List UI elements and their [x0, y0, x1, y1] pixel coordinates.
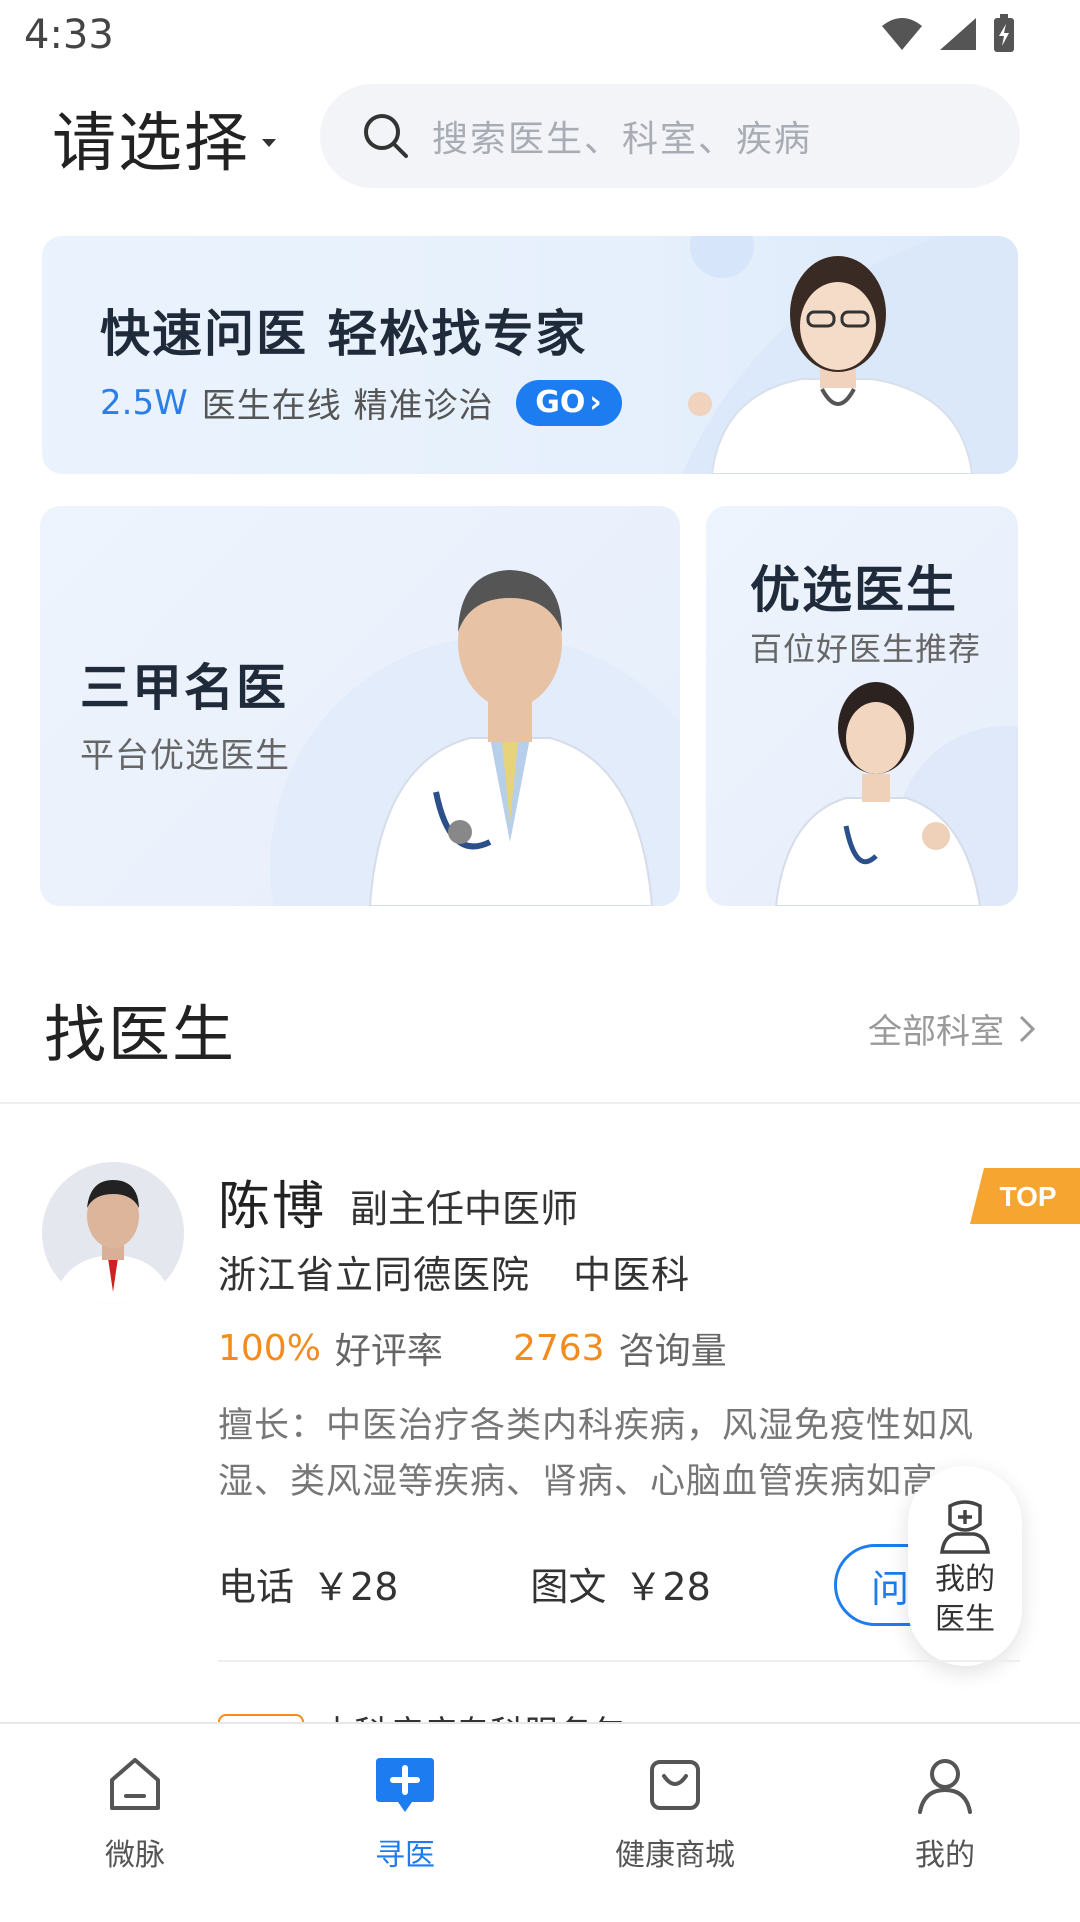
location-selector[interactable]: 请选择 [52, 92, 276, 184]
text-price: ￥28 [624, 1565, 711, 1609]
find-doctor-icon [376, 1758, 434, 1812]
search-placeholder: 搜索医生、科室、疾病 [432, 119, 813, 160]
shopping-bag-icon [650, 1760, 700, 1810]
bottom-navigation: 微脉 寻医 健康商城 我的 [0, 1722, 1080, 1922]
hospital-name: 浙江省立同德医院 [218, 1253, 531, 1297]
all-departments-link[interactable]: 全部科室 [868, 1004, 1036, 1053]
nav-label: 我的 [915, 1838, 975, 1873]
status-time: 4:33 [24, 12, 114, 58]
caret-down-icon [262, 139, 276, 147]
text-label: 图文 [530, 1565, 607, 1609]
selected-doctors-card[interactable]: 优选医生 百位好医生推荐 [706, 506, 1018, 906]
svg-text:TOP: TOP [999, 1181, 1056, 1212]
nav-label: 寻医 [375, 1838, 435, 1873]
card-title: 三甲名医 [80, 659, 288, 717]
female-doctor-illustration [688, 256, 974, 474]
nav-weimai[interactable]: 微脉 [0, 1724, 270, 1922]
my-doctor-label: 我的医生 [935, 1562, 995, 1637]
nav-mine[interactable]: 我的 [810, 1724, 1080, 1922]
search-icon [364, 114, 408, 158]
user-icon [918, 1759, 972, 1814]
location-label: 请选择 [52, 107, 250, 181]
doctor-hospital: 浙江省立同德医院 中医科 [218, 1244, 690, 1299]
wifi-icon [882, 18, 922, 50]
price-row: 电话 ￥28 图文 ￥28 [218, 1556, 711, 1611]
nav-label: 健康商城 [615, 1838, 735, 1873]
doctor-photo [42, 1162, 184, 1304]
search-input[interactable]: 搜索医生、科室、疾病 [320, 84, 1020, 188]
male-doctor-illustration [368, 570, 654, 906]
doctor-name: 陈博 [218, 1177, 327, 1237]
status-bar: 4:33 [0, 0, 1080, 72]
status-icons [880, 14, 1016, 54]
banner-subtext: 医生在线 精准诊治 [201, 386, 494, 426]
rating-label: 好评率 [334, 1331, 443, 1372]
section-title: 找医生 [44, 998, 237, 1071]
doctor-add-icon [940, 1500, 990, 1554]
consult-label: 咨询量 [618, 1331, 727, 1372]
card-subtitle: 百位好医生推荐 [750, 630, 982, 668]
cellular-signal-icon [940, 18, 976, 50]
home-icon [110, 1758, 160, 1810]
promo-banner[interactable]: 快速问医 轻松找专家 2.5W 医生在线 精准诊治 GO › [42, 236, 1018, 474]
nav-find-doctor[interactable]: 寻医 [270, 1724, 540, 1922]
divider [0, 1102, 1080, 1104]
phone-price: ￥28 [312, 1565, 399, 1609]
go-button[interactable]: GO › [515, 379, 622, 426]
top-hospital-doctors-card[interactable]: 三甲名医 平台优选医生 [40, 506, 680, 906]
doctor-title: 副主任中医师 [350, 1187, 579, 1231]
nav-label: 微脉 [105, 1838, 165, 1873]
rating-value: 100% [218, 1327, 321, 1369]
doctor-description: 擅长：中医治疗各类内科疾病，风湿免疫性如风湿、类风湿等疾病、肾病、心脑血管疾病如… [218, 1406, 975, 1502]
chevron-right-icon: › [589, 385, 602, 420]
doctor-avatar[interactable] [42, 1162, 184, 1304]
item-divider [218, 1660, 1020, 1662]
banner-subtitle: 2.5W 医生在线 精准诊治 GO › [100, 378, 622, 427]
nav-health-mall[interactable]: 健康商城 [540, 1724, 810, 1922]
top-badge: TOP [970, 1168, 1080, 1224]
battery-charging-icon [994, 14, 1014, 52]
all-departments-label: 全部科室 [868, 1012, 1004, 1052]
female-doctor-illustration [774, 682, 982, 906]
chevron-right-icon [1019, 1015, 1036, 1042]
my-doctor-float-button[interactable]: 我的医生 [908, 1466, 1022, 1666]
banner-title: 快速问医 轻松找专家 [100, 305, 588, 363]
doctor-stats: 100% 好评率 2763 咨询量 [218, 1322, 727, 1374]
phone-label: 电话 [218, 1565, 295, 1609]
consult-count: 2763 [512, 1327, 605, 1369]
card-subtitle: 平台优选医生 [80, 736, 290, 776]
department-name: 中医科 [573, 1253, 691, 1297]
card-title: 优选医生 [750, 561, 958, 619]
banner-count: 2.5W [100, 382, 188, 423]
